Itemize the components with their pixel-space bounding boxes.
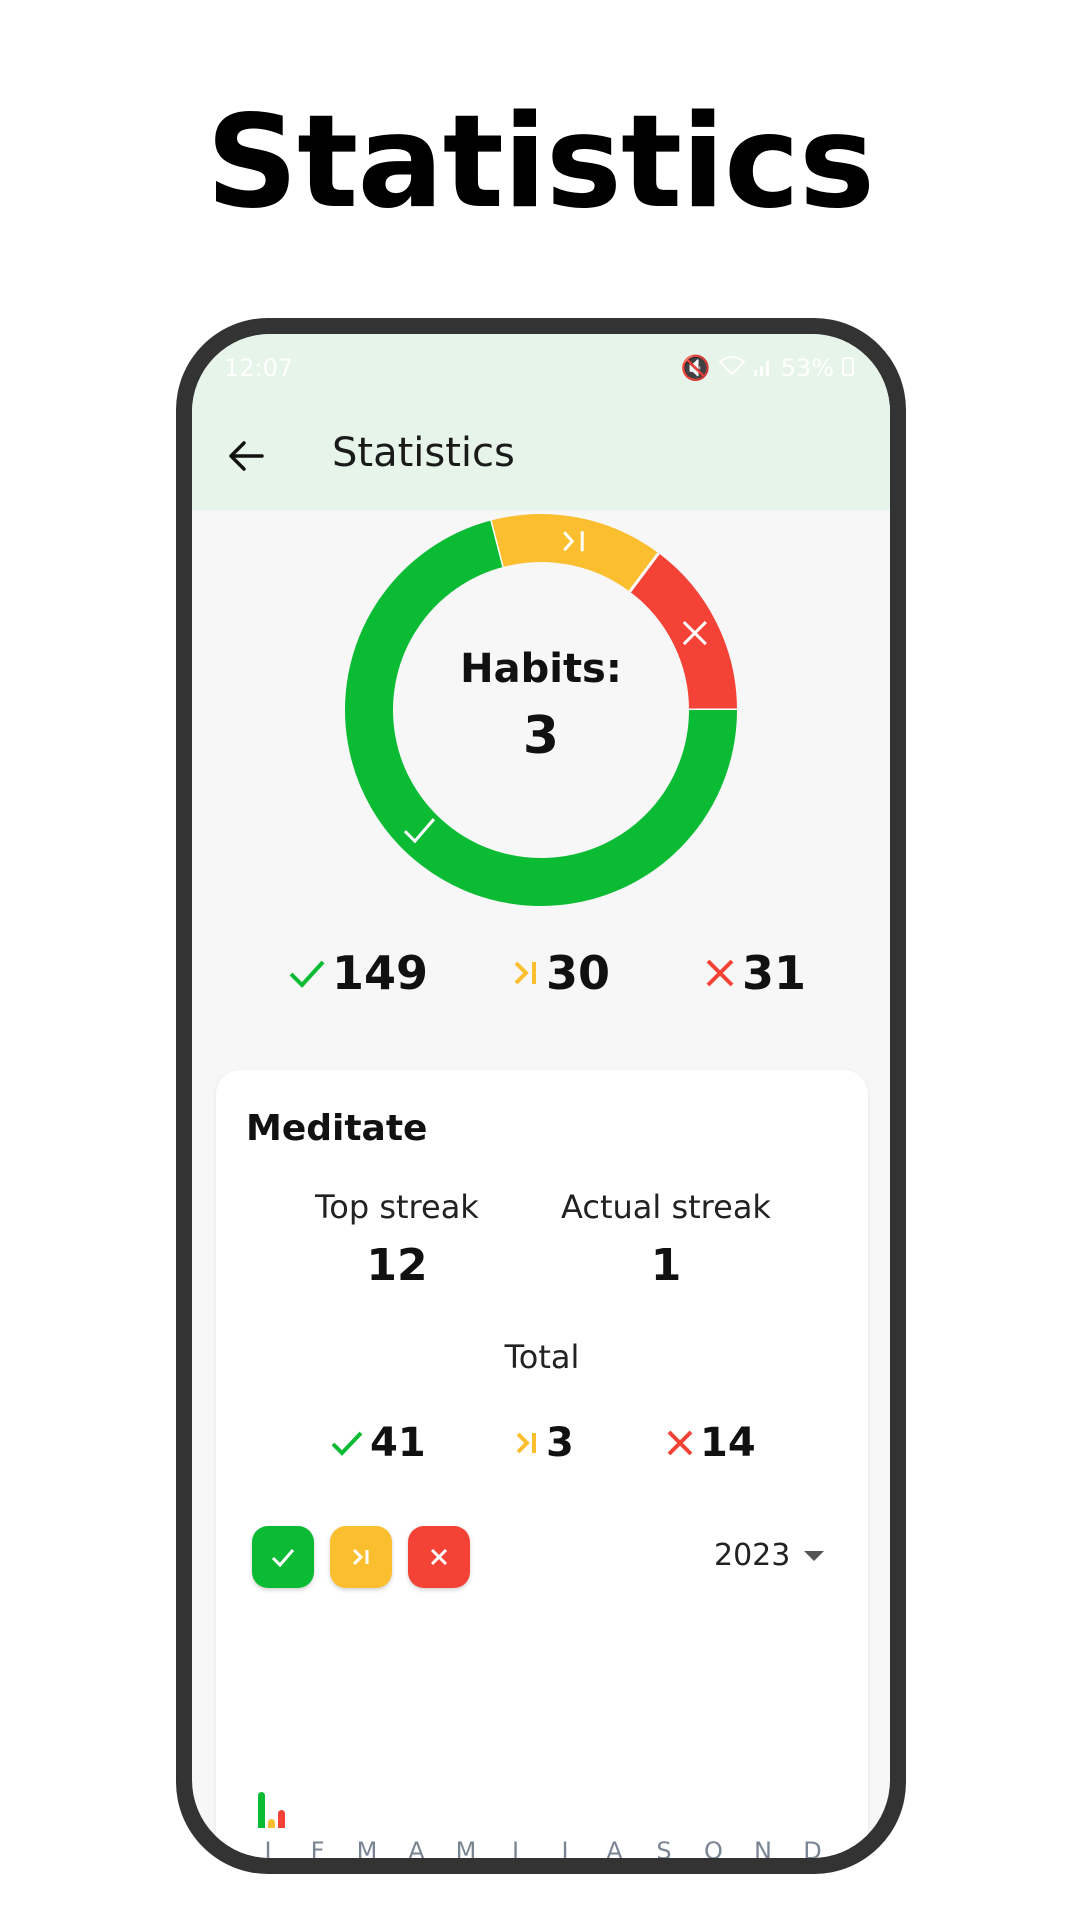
- actual-streak-label: Actual streak: [561, 1188, 771, 1226]
- actual-streak: Actual streak 1: [536, 1188, 796, 1291]
- month-label: A: [606, 1837, 623, 1858]
- top-streak-label: Top streak: [315, 1188, 479, 1226]
- month-label: S: [656, 1837, 672, 1858]
- chart-bar: [258, 1792, 265, 1828]
- filter-done-button[interactable]: [252, 1526, 314, 1588]
- month-label: J: [561, 1837, 569, 1858]
- summary-skipped: 30: [512, 946, 610, 1000]
- check-icon: [331, 1431, 363, 1456]
- filter-skipped-button[interactable]: [330, 1526, 392, 1588]
- month-label: D: [803, 1837, 822, 1858]
- habit-card[interactable]: Meditate Top streak 12 Actual streak 1 T…: [216, 1070, 868, 1858]
- total-done-value: 41: [370, 1420, 426, 1466]
- month-label: J: [264, 1837, 272, 1858]
- summary-row: 149 30 31: [192, 946, 890, 1016]
- battery-level: 53%: [780, 354, 834, 382]
- back-button[interactable]: [220, 430, 272, 482]
- summary-failed: 31: [704, 946, 806, 1000]
- skip-icon: [514, 961, 536, 985]
- year-dropdown[interactable]: 2023: [714, 1538, 825, 1573]
- cross-icon: [430, 1548, 448, 1566]
- summary-failed-value: 31: [742, 946, 807, 1000]
- arrow-left-icon: [229, 441, 264, 471]
- monthly-bar-chart: JFMAMJJASOND: [246, 1600, 846, 1858]
- check-icon: [289, 960, 325, 988]
- skip-icon: [516, 1432, 536, 1454]
- app-bar: 12:07 🔇 53% Statistics: [192, 334, 890, 510]
- battery-icon: [842, 354, 854, 382]
- actual-streak-value: 1: [650, 1240, 682, 1291]
- total-failed: 14: [666, 1420, 756, 1466]
- summary-done: 149: [288, 946, 428, 1000]
- total-failed-value: 14: [700, 1420, 756, 1466]
- donut-label: Habits:: [460, 646, 622, 692]
- phone-frame: 12:07 🔇 53% Statistics Habits: 3 149 30 …: [176, 318, 906, 1874]
- check-icon: [271, 1549, 295, 1568]
- total-done: 41: [330, 1420, 426, 1466]
- wifi-icon: [718, 354, 746, 382]
- month-label: N: [754, 1837, 772, 1858]
- summary-done-value: 149: [332, 946, 429, 1000]
- month-label: J: [511, 1837, 520, 1858]
- phone-screen: 12:07 🔇 53% Statistics Habits: 3 149 30 …: [192, 334, 890, 1858]
- top-streak-value: 12: [366, 1240, 428, 1291]
- status-icons: 🔇 53%: [681, 354, 854, 382]
- promo-headline: Statistics: [205, 88, 875, 237]
- year-value: 2023: [714, 1538, 791, 1573]
- chart-bar: [268, 1819, 275, 1828]
- mute-icon: 🔇: [680, 354, 711, 382]
- filter-failed-button[interactable]: [408, 1526, 470, 1588]
- caret-down-icon: [804, 1550, 825, 1561]
- signal-icon: [753, 354, 773, 382]
- month-label: M: [356, 1837, 378, 1858]
- cross-icon: [667, 1430, 693, 1456]
- month-label: M: [455, 1837, 477, 1858]
- donut-count: 3: [522, 706, 560, 766]
- totals-row: 41 3 14: [216, 1420, 868, 1480]
- chart-bar: [278, 1810, 285, 1828]
- total-skipped: 3: [514, 1420, 574, 1466]
- month-label: O: [704, 1837, 723, 1858]
- month-label: F: [310, 1837, 325, 1858]
- status-time: 12:07: [224, 354, 294, 382]
- month-label: A: [408, 1837, 425, 1858]
- summary-skipped-value: 30: [546, 946, 611, 1000]
- cross-icon: [706, 959, 734, 987]
- screen-title: Statistics: [332, 430, 515, 476]
- total-skipped-value: 3: [546, 1420, 574, 1466]
- total-label: Total: [504, 1338, 580, 1376]
- habit-name: Meditate: [246, 1108, 428, 1149]
- status-bar: 12:07 🔇 53%: [192, 348, 890, 388]
- top-streak: Top streak 12: [292, 1188, 502, 1291]
- skip-icon: [352, 1548, 369, 1566]
